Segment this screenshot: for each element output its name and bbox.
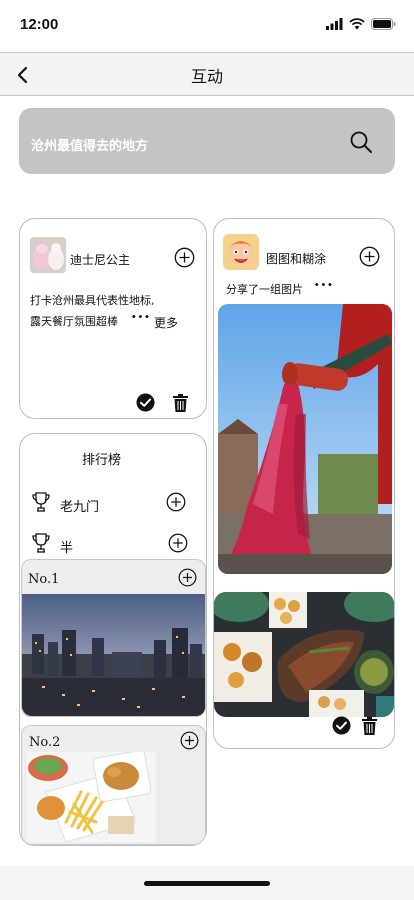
trophy-icon xyxy=(32,533,50,553)
signal-icon xyxy=(326,18,343,30)
post-username[interactable]: 迪士尼公主 xyxy=(70,251,130,268)
avatar[interactable] xyxy=(30,237,66,273)
fast-food-image[interactable] xyxy=(26,752,156,842)
more-link[interactable]: 更多 xyxy=(154,314,178,331)
post-photo-food[interactable] xyxy=(214,592,394,717)
page-title: 互动 xyxy=(190,67,223,86)
plus-circle-icon[interactable] xyxy=(174,247,195,268)
plus-circle-icon[interactable] xyxy=(180,731,199,750)
battery-icon xyxy=(371,18,396,30)
post-text-line-1: 打卡沧州最具代表性地标, xyxy=(30,294,155,307)
ranking-item-label: 老九门 xyxy=(60,500,100,515)
post-photo-flower-fountain[interactable] xyxy=(218,304,392,574)
city-skyline-image[interactable] xyxy=(22,594,205,716)
ranking-entry-label: No.2 xyxy=(29,735,61,750)
more-dots-icon[interactable]: ··· xyxy=(131,307,151,326)
more-dots-icon[interactable]: ··· xyxy=(314,275,334,294)
post-text-line-2: 露天餐厅氛围超棒 xyxy=(30,315,118,328)
search-icon[interactable] xyxy=(349,130,373,154)
plus-circle-icon[interactable] xyxy=(178,568,197,587)
nav-bar: 互动 xyxy=(0,52,414,96)
avatar[interactable] xyxy=(223,234,259,270)
trophy-icon xyxy=(32,492,50,512)
check-circle-icon[interactable] xyxy=(332,716,351,735)
ranking-item[interactable]: 老九门 xyxy=(20,486,206,516)
post-caption: 分享了一组图片 xyxy=(226,283,303,296)
status-time: 12:00 xyxy=(20,16,59,33)
post-card-2[interactable]: 图图和糊涂 分享了一组图片 ··· xyxy=(213,218,395,749)
trash-icon[interactable] xyxy=(173,394,188,412)
ranking-entry-2[interactable]: No.2 xyxy=(21,725,206,845)
ranking-entry-1[interactable]: No.1 xyxy=(21,559,206,717)
check-circle-icon[interactable] xyxy=(136,393,155,412)
plus-circle-icon[interactable] xyxy=(166,492,186,512)
plush-toy-image xyxy=(30,237,66,273)
post-username[interactable]: 图图和糊涂 xyxy=(266,250,326,267)
plus-circle-icon[interactable] xyxy=(168,533,188,553)
search-bar[interactable]: 沧州最值得去的地方 xyxy=(19,108,395,174)
plus-circle-icon[interactable] xyxy=(359,246,380,267)
ranking-item[interactable]: 半 xyxy=(20,528,206,558)
search-input[interactable]: 沧州最值得去的地方 xyxy=(31,135,148,154)
home-bar-area xyxy=(0,866,414,900)
status-bar: 12:00 xyxy=(0,0,414,50)
ranking-title: 排行榜 xyxy=(82,453,122,468)
post-card-1[interactable]: 迪士尼公主 打卡沧州最具代表性地标, 露天餐厅氛围超棒 ··· 更多 xyxy=(19,218,207,419)
ranking-card: 排行榜 老九门 半 No.1 No.2 xyxy=(19,433,207,846)
ranking-entry-label: No.1 xyxy=(28,572,60,587)
ranking-item-label: 半 xyxy=(60,541,74,556)
wifi-icon xyxy=(349,18,365,30)
home-indicator[interactable] xyxy=(144,881,270,886)
cartoon-avatar-image xyxy=(223,234,259,270)
trash-icon[interactable] xyxy=(362,717,377,735)
